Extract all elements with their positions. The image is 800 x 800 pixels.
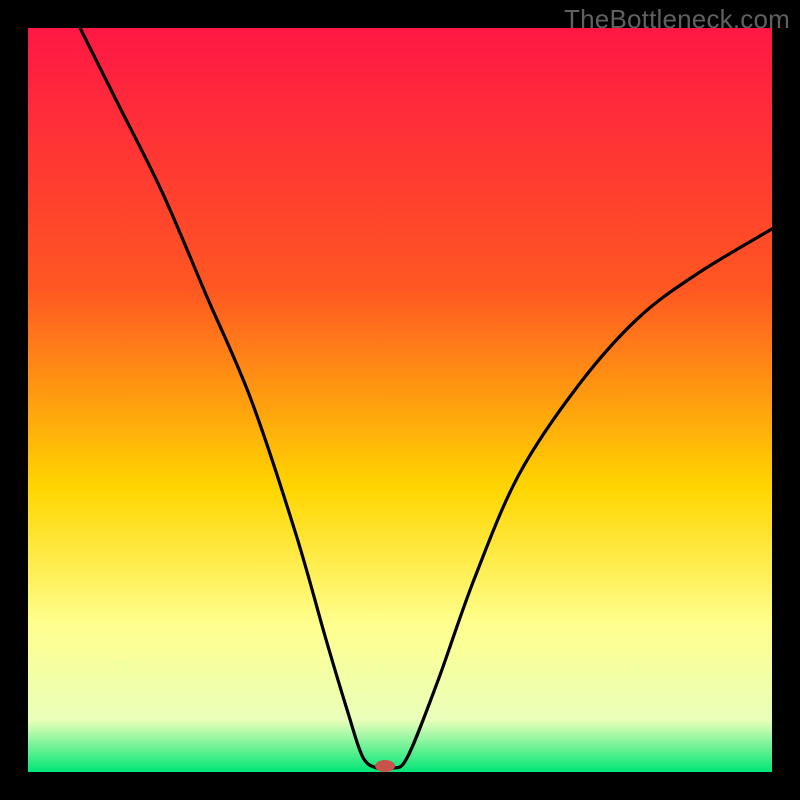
- chart-root: TheBottleneck.com: [0, 0, 800, 800]
- bottleneck-chart: [0, 0, 800, 800]
- minimum-marker: [375, 760, 395, 772]
- plot-background: [28, 28, 772, 772]
- watermark-text: TheBottleneck.com: [564, 4, 790, 35]
